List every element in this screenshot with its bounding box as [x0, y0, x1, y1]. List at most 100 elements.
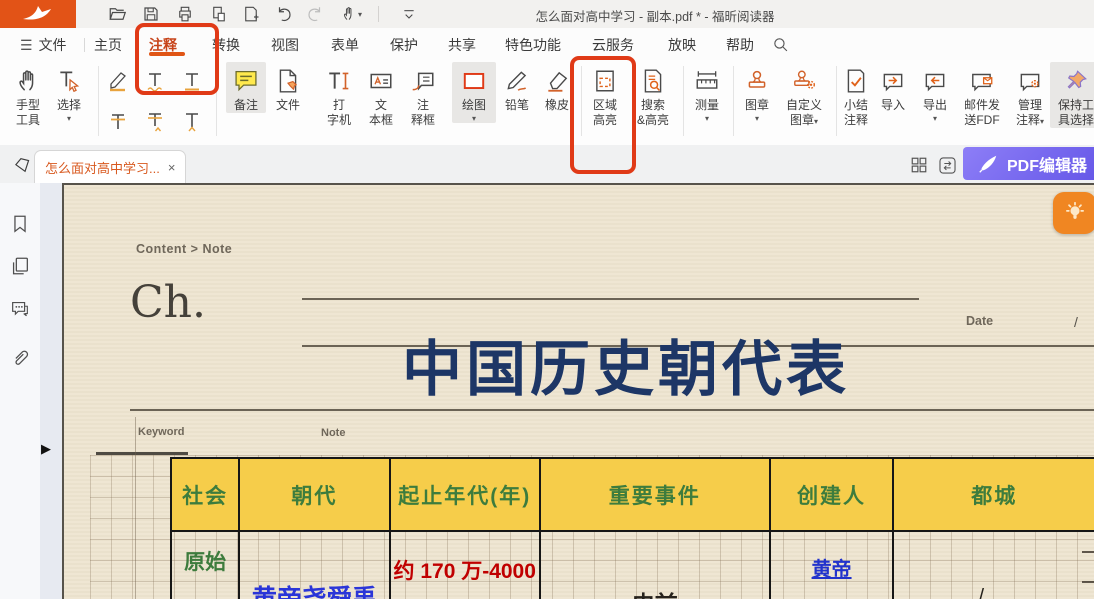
drawing-tool-button[interactable]: 绘图 ▾ [452, 62, 496, 123]
manage-comments-button[interactable]: 管理 注释▾ [1008, 62, 1052, 129]
textbox-icon [368, 66, 394, 96]
file-attachment-icon [275, 66, 301, 96]
export-comments-button[interactable]: 导出 ▾ [915, 62, 955, 123]
foxit-logo[interactable] [0, 0, 76, 28]
tab-convert[interactable]: 转换 [212, 35, 240, 55]
title-bar: ▾ 怎么面对高中学习 - 副本.pdf * - 福昕阅读器 [0, 0, 1094, 28]
redo-button[interactable] [304, 3, 326, 25]
comments-panel-icon[interactable] [9, 298, 31, 320]
pages-panel-icon[interactable] [9, 255, 31, 277]
strikeout-text-button[interactable] [102, 104, 134, 138]
tab-form[interactable]: 表单 [331, 35, 359, 55]
eraser-tool-button[interactable]: 橡皮 [537, 62, 577, 113]
active-tab-underline [149, 52, 185, 56]
tool-label: 工具 [16, 113, 40, 128]
attach-file-button[interactable]: 文件 [268, 62, 308, 113]
cell-founder-link[interactable]: 黄帝 [771, 553, 893, 582]
search-highlight-button[interactable]: 搜索 &高亮 [629, 62, 677, 128]
area-highlight-button[interactable]: 区域 高亮 [584, 62, 626, 128]
callout-button[interactable]: 注 释框 [402, 62, 444, 128]
table-header-row: 社会 朝代 起止年代(年) 重要事件 创建人 都城 [170, 457, 1094, 532]
tab-protect[interactable]: 保护 [390, 35, 418, 55]
underline-text-button[interactable] [176, 64, 208, 98]
tab-view[interactable]: 视图 [271, 35, 299, 55]
page-thumbnails-icon[interactable] [908, 154, 930, 176]
document-tab-bar: 怎么面对高中学习... × [0, 145, 1094, 183]
stamp-tool-button[interactable]: 图章 ▾ [736, 62, 778, 123]
date-label: Date [966, 314, 993, 328]
save-button[interactable] [140, 3, 162, 25]
expand-panel-arrow[interactable]: ▶ [41, 441, 51, 457]
foxit-reader-window: ▾ 怎么面对高中学习 - 副本.pdf * - 福昕阅读器 ☰文件 主页 注释 … [0, 0, 1094, 599]
tool-label: 区域 [593, 98, 617, 113]
insert-text-button[interactable] [176, 104, 208, 138]
summarize-comments-button[interactable]: 小结 注释 [834, 62, 878, 128]
cell-society: 原始 [172, 546, 238, 576]
header-capital: 都城 [892, 457, 1094, 532]
custom-stamp-button[interactable]: 自定义 图章▾ [778, 62, 830, 129]
tool-label: 图章 [790, 113, 814, 127]
tool-label: 铅笔 [505, 98, 529, 113]
menu-search-button[interactable] [772, 36, 789, 53]
switch-view-icon[interactable] [936, 154, 958, 176]
header-dynasty: 朝代 [238, 457, 388, 532]
replace-text-button[interactable] [139, 104, 171, 138]
tips-lightbulb-button[interactable] [1053, 192, 1094, 234]
document-tab[interactable]: 怎么面对高中学习... × [34, 150, 186, 184]
squiggly-underline-button[interactable] [139, 64, 171, 98]
window-title: 怎么面对高中学习 - 副本.pdf * - 福昕阅读器 [440, 6, 870, 25]
tab-slideshow[interactable]: 放映 [668, 35, 696, 55]
hand-icon [15, 66, 41, 96]
highlight-text-button[interactable] [102, 64, 134, 98]
ribbon-separator [216, 66, 217, 136]
print-button[interactable] [174, 3, 196, 25]
textbox-button[interactable]: 文 本框 [360, 62, 402, 128]
pencil-tool-button[interactable]: 铅笔 [497, 62, 537, 113]
text-select-icon [56, 66, 82, 96]
tool-label: 绘图 [462, 98, 486, 113]
copy-button[interactable] [208, 3, 230, 25]
select-tool-button[interactable]: 选择 ▾ [48, 62, 90, 123]
foxit-swallow-icon [21, 4, 55, 24]
measure-tool-button[interactable]: 测量 ▾ [686, 62, 728, 123]
import-bubble-icon [880, 66, 906, 96]
attachments-panel-icon[interactable] [9, 347, 31, 369]
typewriter-button[interactable]: 打 字机 [318, 62, 360, 128]
customize-toolbar-button[interactable] [398, 3, 420, 25]
tab-cloud[interactable]: 云服务 [592, 35, 634, 55]
tool-label: 导入 [881, 98, 905, 113]
dropdown-arrow: ▾ [358, 10, 362, 19]
tab-features[interactable]: 特色功能 [505, 35, 561, 55]
hand-select-button[interactable]: ▾ [334, 3, 368, 25]
new-page-button[interactable] [240, 3, 262, 25]
document-tab-label: 怎么面对高中学习... [45, 158, 160, 177]
tab-home[interactable]: 主页 [94, 35, 122, 55]
navigation-panel-bar [0, 183, 40, 599]
pdf-editor-button[interactable]: PDF编辑器 [963, 147, 1094, 180]
dropdown-arrow: ▾ [67, 114, 71, 123]
ribbon-separator [683, 66, 684, 136]
table-row: 原始 黄帝尧舜禹 约 170 万-4000 史前 黄帝 / [170, 532, 1094, 599]
bookmarks-panel-icon[interactable] [9, 213, 31, 235]
panel-collapse-strip[interactable] [40, 183, 62, 599]
undo-button[interactable] [273, 3, 295, 25]
search-document-icon [640, 66, 666, 96]
email-fdf-button[interactable]: 邮件发 送FDF [957, 62, 1007, 128]
keep-tool-selected-button[interactable]: 保持工 具选择 [1050, 62, 1094, 128]
open-file-button[interactable] [106, 3, 128, 25]
tool-label: 管理 [1018, 98, 1042, 113]
tab-share[interactable]: 共享 [448, 35, 476, 55]
tool-label: 保持工 [1058, 98, 1094, 113]
hand-tool-button[interactable]: 手型 工具 [6, 62, 50, 128]
annotation-pencil-icon[interactable] [12, 154, 34, 176]
file-menu[interactable]: ☰文件 [20, 35, 67, 55]
close-tab-icon[interactable]: × [168, 160, 176, 175]
typewriter-icon [326, 66, 352, 96]
ruled-line [130, 409, 1094, 411]
pencil-icon [504, 66, 530, 96]
import-comments-button[interactable]: 导入 [873, 62, 913, 113]
tab-help[interactable]: 帮助 [726, 35, 754, 55]
note-tool-button[interactable]: 备注 [226, 62, 266, 113]
email-bubble-icon [969, 66, 995, 96]
pdf-page[interactable]: Content > Note Ch. Date / 中国历史朝代表 Keywor… [62, 183, 1094, 599]
